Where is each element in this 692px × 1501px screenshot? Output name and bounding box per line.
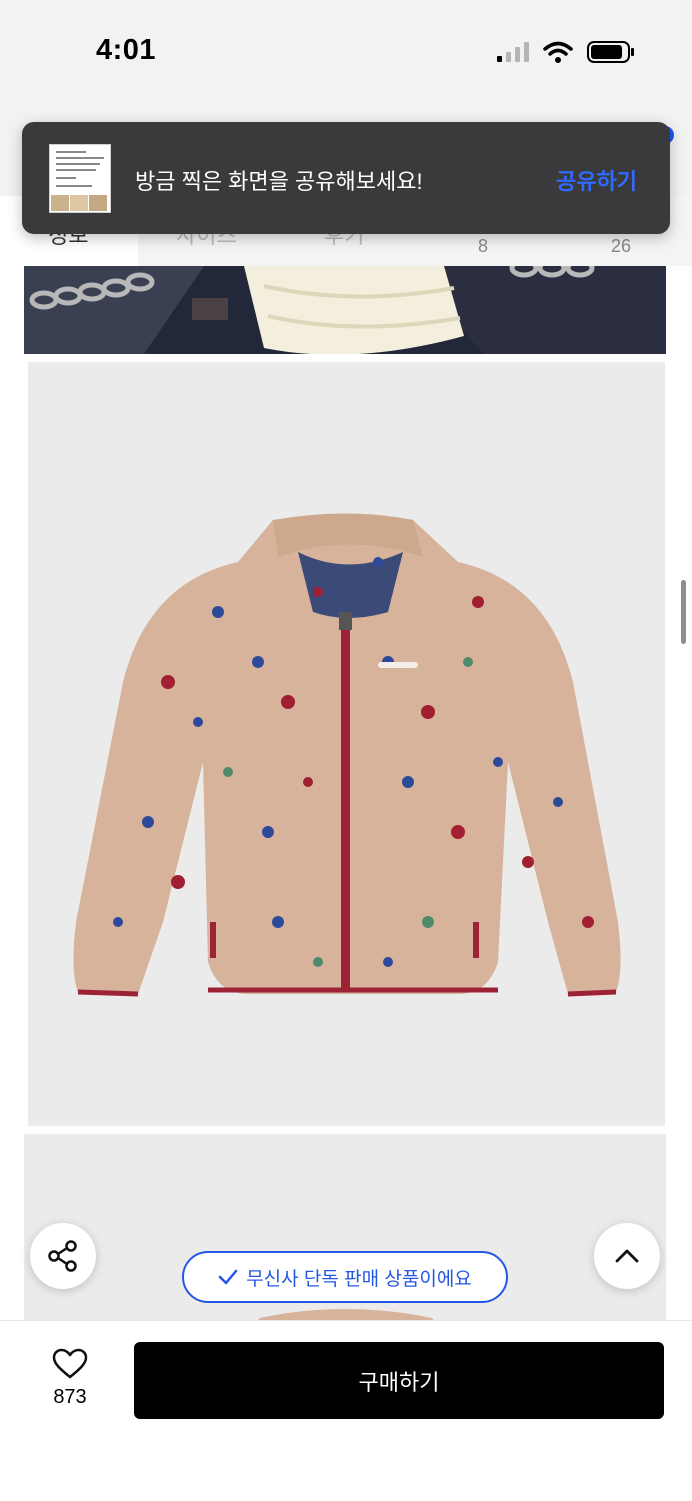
screenshot-thumbnail: [49, 144, 111, 213]
wifi-icon: [543, 41, 573, 63]
battery-icon: [587, 41, 634, 63]
like-count: 873: [53, 1386, 87, 1408]
status-time: 4:01: [96, 34, 157, 66]
share-icon: [48, 1240, 77, 1272]
product-image-jacket: [28, 362, 665, 1126]
product-image-detail: [24, 1134, 666, 1334]
buy-button-label: 구매하기: [358, 1369, 440, 1395]
share-button[interactable]: [30, 1223, 96, 1289]
scroll-indicator[interactable]: [681, 580, 686, 644]
exclusive-badge-label: 무신사 단독 판매 상품이에요: [246, 1268, 472, 1290]
heart-icon: [52, 1348, 88, 1379]
tab-count-8[interactable]: 8: [478, 236, 488, 257]
cellular-signal-icon: [497, 42, 529, 62]
status-bar: 4:01: [0, 0, 692, 100]
scroll-to-top-button[interactable]: [594, 1223, 660, 1289]
toast-share-button[interactable]: 공유하기: [556, 164, 637, 196]
check-icon: [218, 1269, 238, 1285]
product-photo-lifestyle: [24, 266, 666, 354]
exclusive-badge: 무신사 단독 판매 상품이에요: [182, 1251, 508, 1303]
chevron-up-icon: [615, 1249, 639, 1263]
screenshot-share-toast: 방금 찍은 화면을 공유해보세요! 공유하기: [22, 122, 670, 234]
tab-count-26[interactable]: 26: [611, 236, 631, 257]
toast-message: 방금 찍은 화면을 공유해보세요!: [135, 169, 423, 194]
buy-button[interactable]: 구매하기: [134, 1342, 664, 1419]
